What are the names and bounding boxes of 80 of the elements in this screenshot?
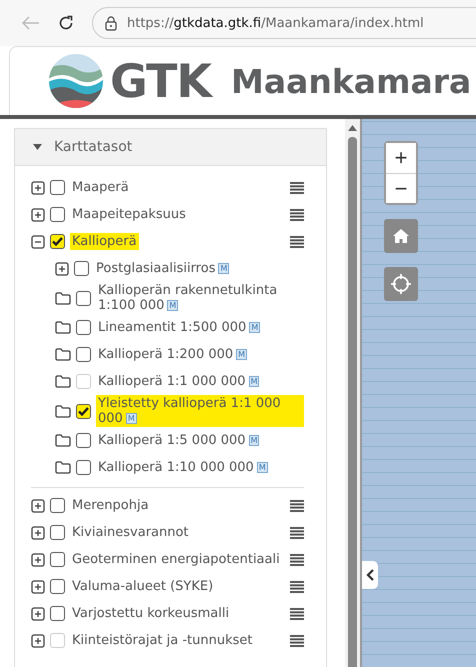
menu-icon[interactable] <box>290 580 304 592</box>
folder-icon <box>55 375 71 388</box>
layer-checkbox[interactable] <box>76 460 91 475</box>
home-button[interactable] <box>384 219 418 253</box>
panel-header[interactable]: Karttatasot <box>15 129 326 166</box>
folder-icon <box>55 434 71 447</box>
layer-label[interactable]: Valuma-alueet (SYKE) <box>70 578 216 595</box>
metadata-badge[interactable]: M <box>167 300 178 311</box>
layer-checkbox[interactable] <box>50 552 65 567</box>
folder-icon <box>55 404 71 418</box>
layer-label[interactable]: Kallioperä 1:10 000 000 M <box>96 459 270 476</box>
menu-icon[interactable] <box>290 236 304 248</box>
metadata-badge[interactable]: M <box>248 434 260 446</box>
layer-checkbox[interactable] <box>76 347 91 362</box>
address-bar[interactable]: https://gtkdata.gtk.fi/Maankamara/index.html <box>92 7 476 39</box>
layer-checkbox[interactable] <box>76 320 91 335</box>
expand-icon[interactable] <box>31 634 45 648</box>
expand-icon[interactable] <box>31 526 45 540</box>
expand-icon[interactable] <box>31 208 45 222</box>
layer-label[interactable]: Kallioperä <box>70 233 139 250</box>
menu-icon[interactable] <box>290 526 304 538</box>
layer-checkbox[interactable] <box>50 207 65 222</box>
layer-label[interactable]: Maapeitepaksuus <box>70 206 188 223</box>
layer-label[interactable]: Lineamentit 1:500 000 M <box>96 319 262 336</box>
lock-icon <box>105 16 117 30</box>
folder-icon <box>55 292 71 304</box>
expand-icon[interactable] <box>55 262 69 276</box>
url-text: https://gtkdata.gtk.fi/Maankamara/index.html <box>127 16 424 30</box>
home-icon <box>392 228 410 244</box>
reload-icon[interactable] <box>58 15 74 31</box>
menu-icon[interactable] <box>290 182 304 194</box>
folder-icon <box>55 461 71 474</box>
crosshair-icon <box>391 274 411 294</box>
expand-icon[interactable] <box>31 552 45 566</box>
map-view[interactable]: + − <box>360 119 476 667</box>
layer-checkbox[interactable] <box>50 180 65 195</box>
layer-checkbox[interactable] <box>50 606 65 621</box>
layer-checkbox[interactable] <box>50 498 65 513</box>
layer-label[interactable]: Yleistetty kallioperä 1:1 000 000 M <box>96 395 304 427</box>
layer-label[interactable]: Postglasiaalisiirros M <box>94 260 232 277</box>
folder-icon <box>55 348 71 361</box>
logo-text: GTK <box>110 54 211 108</box>
expand-icon[interactable] <box>31 606 45 620</box>
layer-label[interactable]: Kallioperä 1:5 000 000 M <box>96 432 262 449</box>
scrollbar[interactable] <box>345 119 360 667</box>
layer-label[interactable]: Geoterminen energiapotentiaali <box>70 551 282 568</box>
layer-label[interactable]: Varjostettu korkeusmalli <box>70 605 232 622</box>
metadata-badge[interactable]: M <box>218 262 230 274</box>
metadata-badge[interactable]: M <box>249 322 260 333</box>
locate-button[interactable] <box>384 267 418 301</box>
menu-icon[interactable] <box>290 608 304 620</box>
layer-checkbox[interactable] <box>76 433 91 448</box>
layer-checkbox[interactable] <box>50 579 65 594</box>
layer-checkbox[interactable] <box>50 234 65 249</box>
layer-label[interactable]: Maaperä <box>70 179 131 196</box>
layer-checkbox[interactable] <box>74 261 89 276</box>
metadata-badge[interactable]: M <box>256 462 268 473</box>
expand-icon[interactable] <box>31 498 45 512</box>
collapse-icon[interactable] <box>31 234 45 248</box>
layer-label[interactable]: Merenpohja <box>70 497 151 514</box>
metadata-badge[interactable]: M <box>236 348 248 360</box>
layer-checkbox[interactable] <box>76 290 91 306</box>
folder-icon <box>55 321 71 334</box>
app-title: Maankamara <box>230 62 472 100</box>
layer-label[interactable]: Kallioperä 1:200 000 M <box>96 346 250 363</box>
expand-icon[interactable] <box>31 180 45 194</box>
menu-icon[interactable] <box>290 634 304 646</box>
menu-icon[interactable] <box>290 500 304 512</box>
zoom-out-button[interactable]: − <box>386 173 416 203</box>
layer-label[interactable]: Kiviainesvarannot <box>70 524 191 541</box>
layer-checkbox[interactable] <box>50 525 65 540</box>
menu-icon[interactable] <box>290 554 304 566</box>
metadata-badge[interactable]: M <box>126 412 137 424</box>
scroll-up-icon[interactable] <box>348 125 357 131</box>
chevron-left-icon <box>366 569 374 581</box>
layer-checkbox[interactable] <box>76 404 91 418</box>
expand-icon[interactable] <box>31 580 45 594</box>
layer-label[interactable]: Kallioperän rakennetulkinta 1:100 000 M <box>96 282 304 314</box>
menu-icon[interactable] <box>290 208 304 220</box>
collapse-panel-button[interactable] <box>362 561 378 589</box>
